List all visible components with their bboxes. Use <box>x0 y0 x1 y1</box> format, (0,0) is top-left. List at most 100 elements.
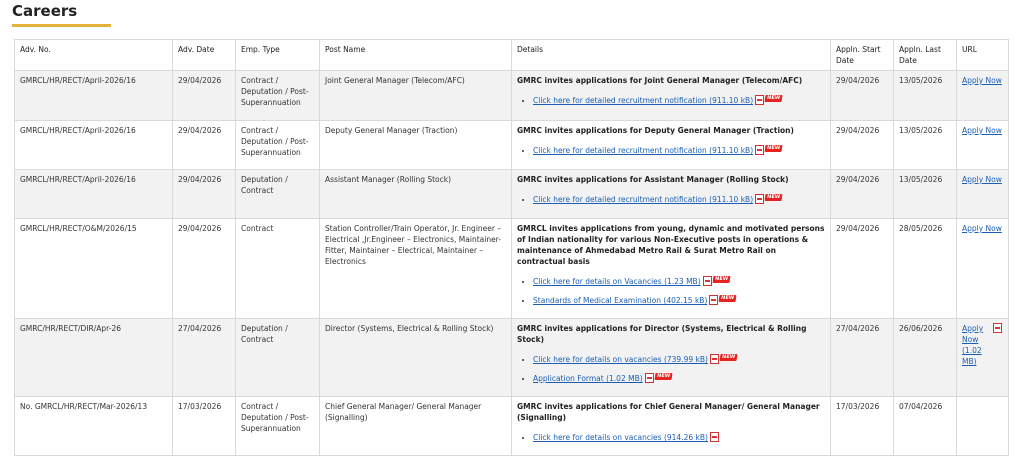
table-row: GMRCL/HR/RECT/April-2026/16 29/04/2026 Dep… <box>14 169 1009 219</box>
last-date-cell: 13/05/2026 <box>893 70 957 121</box>
post-name-cell: Director (Systems, Electrical & Rolling … <box>319 318 512 397</box>
post-name-cell: Assistant Manager (Rolling Stock) <box>319 169 512 219</box>
start-date-cell: 29/04/2026 <box>830 218 894 319</box>
table-row: GMRC/HR/RECT/DIR/Apr-26 27/04/2026 Deputat… <box>14 318 1009 397</box>
emp-type-cell: Contract / Deputation / Post-Superannuat… <box>235 120 320 170</box>
details-cell: GMRCL invites applications from young, d… <box>511 218 831 319</box>
col-start-date: Appln. Start Date <box>830 39 894 71</box>
adv-no-cell: GMRCL/HR/RECT/O&M/2026/15 <box>14 218 173 319</box>
notification-link[interactable]: Click here for detailed recruitment noti… <box>533 195 753 204</box>
last-date-cell: 26/06/2026 <box>893 318 957 397</box>
details-title: GMRC invites applications for Assistant … <box>517 175 789 184</box>
emp-type-cell: Deputation / Contract <box>235 318 320 397</box>
col-adv-date: Adv. Date <box>172 39 236 71</box>
pdf-icon <box>709 354 719 364</box>
start-date-cell: 17/03/2026 <box>830 396 894 456</box>
pdf-icon <box>702 276 712 286</box>
details-cell: GMRC invites applications for Assistant … <box>511 169 831 219</box>
adv-date-cell: 27/04/2026 <box>172 318 236 397</box>
col-url: URL <box>956 39 1009 71</box>
last-date-cell: 13/05/2026 <box>893 169 957 219</box>
start-date-cell: 29/04/2026 <box>830 120 894 170</box>
apply-now-link[interactable]: Apply Now (1.02 MB) <box>962 323 986 367</box>
adv-no-cell: No. GMRCL/HR/RECT/Mar-2026/13 <box>14 396 173 456</box>
notification-link[interactable]: Click here for details on Vacancies (1.2… <box>533 277 701 286</box>
last-date-cell: 07/04/2026 <box>893 396 957 456</box>
details-title: GMRC invites applications for Director (… <box>517 324 807 344</box>
table-row: GMRCL/HR/RECT/April-2026/16 29/04/2026 Con… <box>14 120 1009 170</box>
last-date-cell: 28/05/2026 <box>893 218 957 319</box>
apply-now-link[interactable]: Apply Now <box>962 224 1002 233</box>
adv-date-cell: 29/04/2026 <box>172 169 236 219</box>
url-cell: Apply Now <box>956 218 1009 319</box>
table-row: GMRCL/HR/RECT/O&M/2026/15 29/04/2026 Contr… <box>14 218 1009 319</box>
details-links: Click here for detailed recruitment noti… <box>517 95 825 106</box>
emp-type-cell: Contract <box>235 218 320 319</box>
title-underline <box>12 24 111 27</box>
details-links: Click here for detailed recruitment noti… <box>517 194 825 205</box>
details-title: GMRC invites applications for Joint Gene… <box>517 76 803 85</box>
emp-type-cell: Contract / Deputation / Post-Superannuat… <box>235 70 320 121</box>
details-links: Click here for details on Vacancies (1.2… <box>517 276 825 306</box>
new-badge-icon: NEW <box>712 276 731 283</box>
emp-type-cell: Deputation / Contract <box>235 169 320 219</box>
notification-link[interactable]: Click here for details on vacancies (739… <box>533 355 708 364</box>
details-link-item: Click here for details on vacancies (914… <box>533 432 825 443</box>
col-emp-type: Emp. Type <box>235 39 320 71</box>
notification-link[interactable]: Click here for details on vacancies (914… <box>533 433 708 442</box>
col-adv-no: Adv. No. <box>14 39 173 71</box>
details-title: GMRC invites applications for Deputy Gen… <box>517 126 794 135</box>
apply-now-link[interactable]: Apply Now <box>962 175 1002 184</box>
details-link-item: Standards of Medical Examination (402.15… <box>533 295 825 306</box>
url-cell: Apply Now (1.02 MB) <box>956 318 1009 397</box>
adv-date-cell: 17/03/2026 <box>172 396 236 456</box>
pdf-icon <box>709 432 719 442</box>
table-header-row: Adv. No. Adv. Date Emp. Type Post Name D… <box>14 39 1009 71</box>
url-cell: Apply Now <box>956 70 1009 121</box>
page-title: Careers <box>12 2 78 20</box>
apply-now-link[interactable]: Apply Now <box>962 126 1002 135</box>
details-cell: GMRC invites applications for Director (… <box>511 318 831 397</box>
details-link-item: Click here for detailed recruitment noti… <box>533 145 825 156</box>
notification-link[interactable]: Click here for detailed recruitment noti… <box>533 146 753 155</box>
new-badge-icon: NEW <box>718 295 737 302</box>
adv-no-cell: GMRC/HR/RECT/DIR/Apr-26 <box>14 318 173 397</box>
details-cell: GMRC invites applications for Chief Gene… <box>511 396 831 456</box>
start-date-cell: 29/04/2026 <box>830 70 894 121</box>
table-body: GMRCL/HR/RECT/April-2026/16 29/04/2026 Con… <box>14 70 1009 456</box>
col-details: Details <box>511 39 831 71</box>
apply-now-link[interactable]: Apply Now <box>962 76 1002 85</box>
last-date-cell: 13/05/2026 <box>893 120 957 170</box>
page-header: Careers <box>0 0 1024 34</box>
adv-date-cell: 29/04/2026 <box>172 120 236 170</box>
details-title: GMRC invites applications for Chief Gene… <box>517 402 820 422</box>
details-link-item: Click here for detailed recruitment noti… <box>533 95 825 106</box>
details-link-item: Click here for detailed recruitment noti… <box>533 194 825 205</box>
start-date-cell: 27/04/2026 <box>830 318 894 397</box>
start-date-cell: 29/04/2026 <box>830 169 894 219</box>
post-name-cell: Station Controller/Train Operator, Jr. E… <box>319 218 512 319</box>
details-link-item: Click here for details on vacancies (739… <box>533 354 825 365</box>
emp-type-cell: Contract / Deputation / Post-Superannuat… <box>235 396 320 456</box>
url-cell <box>956 396 1009 456</box>
pdf-icon <box>644 373 654 383</box>
new-badge-icon: NEW <box>764 95 783 102</box>
post-name-cell: Joint General Manager (Telecom/AFC) <box>319 70 512 121</box>
new-badge-icon: NEW <box>654 373 673 380</box>
notification-link[interactable]: Standards of Medical Examination (402.15… <box>533 296 707 305</box>
url-cell: Apply Now <box>956 120 1009 170</box>
new-badge-icon: NEW <box>719 354 738 361</box>
details-link-item: Click here for details on Vacancies (1.2… <box>533 276 825 287</box>
details-title: GMRCL invites applications from young, d… <box>517 224 825 266</box>
notification-link[interactable]: Click here for detailed recruitment noti… <box>533 96 753 105</box>
adv-no-cell: GMRCL/HR/RECT/April-2026/16 <box>14 169 173 219</box>
pdf-icon <box>755 145 765 155</box>
details-links: Click here for details on vacancies (914… <box>517 432 825 443</box>
table-row: No. GMRCL/HR/RECT/Mar-2026/13 17/03/2026 C… <box>14 396 1009 456</box>
post-name-cell: Deputy General Manager (Traction) <box>319 120 512 170</box>
notification-link[interactable]: Application Format (1.02 MB) <box>533 374 643 383</box>
pdf-icon <box>993 323 1002 333</box>
adv-no-cell: GMRCL/HR/RECT/April-2026/16 <box>14 120 173 170</box>
table-row: GMRCL/HR/RECT/April-2026/16 29/04/2026 Con… <box>14 70 1009 121</box>
pdf-icon <box>755 194 765 204</box>
